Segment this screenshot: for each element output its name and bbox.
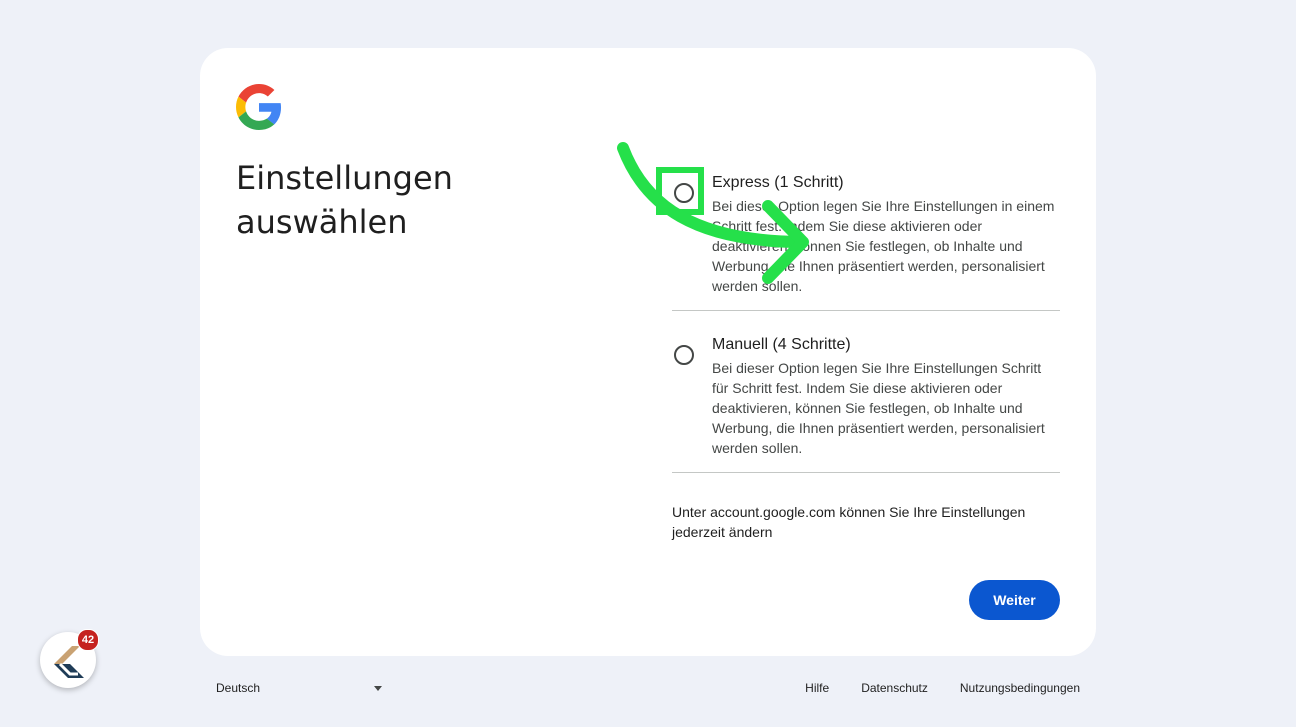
option-express-description: Bei dieser Option legen Sie Ihre Einstel… [712, 198, 1055, 294]
footer-link-terms[interactable]: Nutzungsbedingungen [960, 681, 1080, 695]
radio-wrap-express[interactable] [656, 167, 712, 215]
page-title: Einstellungen auswählen [236, 156, 536, 244]
footer-links: Hilfe Datenschutz Nutzungsbedingungen [773, 681, 1080, 695]
app-badge[interactable]: 42 [40, 629, 99, 688]
notification-count-badge: 42 [77, 629, 99, 651]
google-logo-icon [236, 84, 282, 130]
page-title-line1: Einstellungen [236, 159, 453, 197]
dropdown-caret-icon [374, 686, 382, 691]
next-button[interactable]: Weiter [969, 580, 1060, 620]
language-select[interactable]: Deutsch [216, 681, 384, 697]
option-express-title: Express (1 Schritt) [712, 174, 844, 191]
option-manual-description: Bei dieser Option legen Sie Ihre Einstel… [712, 360, 1045, 456]
option-manual[interactable]: Manuell (4 Schritte) Bei dieser Option l… [672, 336, 1060, 473]
footer: Deutsch Hilfe Datenschutz Nutzungsbeding… [200, 672, 1096, 704]
option-manual-text: Manuell (4 Schritte) Bei dieser Option l… [712, 336, 1060, 458]
settings-options: Express (1 Schritt) Bei dieser Option le… [656, 167, 1060, 498]
account-info-text: Unter account.google.com können Sie Ihre… [672, 504, 1026, 540]
footer-link-help[interactable]: Hilfe [805, 681, 829, 695]
radio-manual[interactable] [674, 345, 694, 365]
radio-wrap-manual[interactable] [672, 336, 712, 376]
option-express[interactable]: Express (1 Schritt) Bei dieser Option le… [656, 167, 1060, 311]
option-express-text: Express (1 Schritt) Bei dieser Option le… [712, 174, 1060, 296]
language-select-value: Deutsch [216, 681, 261, 695]
footer-link-privacy[interactable]: Datenschutz [861, 681, 928, 695]
page-title-line2: auswählen [236, 203, 408, 241]
annotation-highlight-box [656, 167, 704, 215]
settings-card: Einstellungen auswählen Express (1 Schri… [200, 48, 1096, 656]
option-manual-title: Manuell (4 Schritte) [712, 336, 851, 353]
